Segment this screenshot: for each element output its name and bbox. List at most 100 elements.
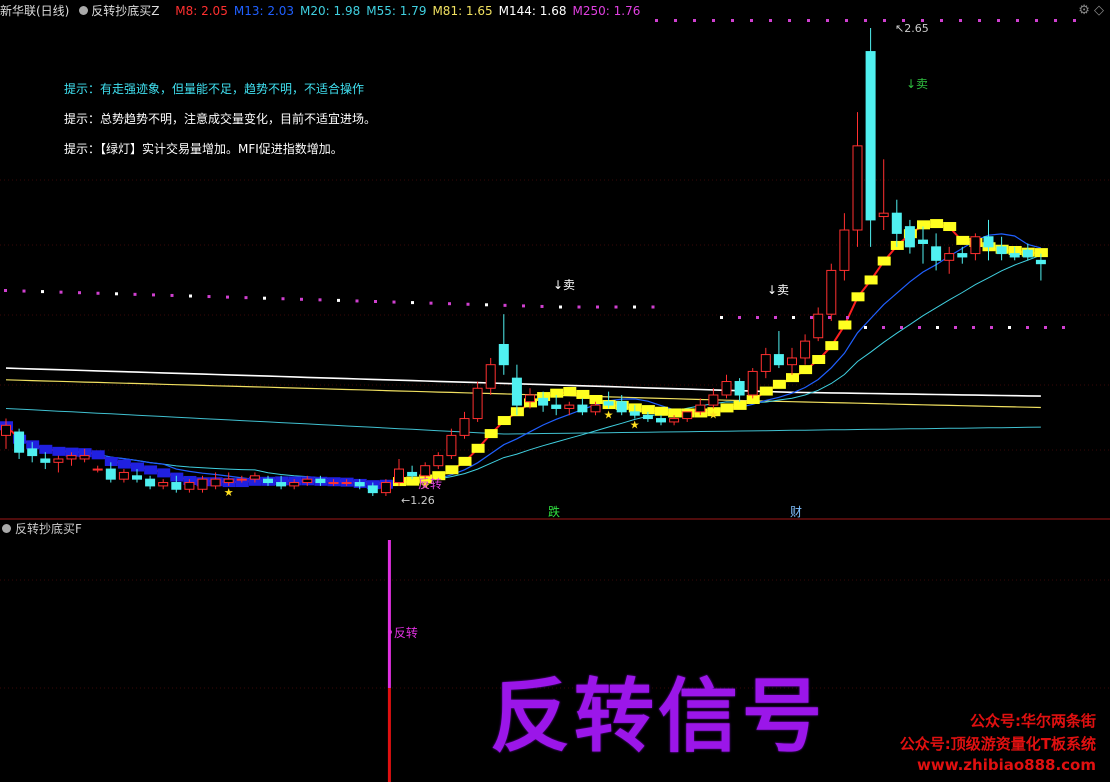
candle-body bbox=[249, 475, 260, 480]
trend-block bbox=[799, 365, 813, 375]
candle-body bbox=[800, 340, 811, 359]
candle-body bbox=[734, 381, 745, 396]
candle-body bbox=[747, 370, 758, 396]
candle-body bbox=[14, 431, 25, 453]
candle-body bbox=[682, 411, 693, 420]
dropdown-icon[interactable] bbox=[79, 6, 89, 15]
low-price-label: ←1.26 bbox=[401, 494, 435, 507]
resistance-dot bbox=[189, 294, 192, 298]
resistance-dot bbox=[828, 316, 831, 319]
tip-3: 提示：【绿灯】实计交易量增加。MFI促进指数增加。 bbox=[64, 142, 343, 156]
trend-block bbox=[157, 468, 171, 478]
trend-block bbox=[772, 379, 786, 389]
trend-block bbox=[484, 429, 498, 439]
candle-body bbox=[511, 377, 522, 406]
candle-body bbox=[983, 236, 994, 248]
candle-body bbox=[498, 343, 509, 366]
resistance-dot bbox=[936, 326, 939, 329]
ma144-line bbox=[5, 367, 1041, 397]
resistance-dot bbox=[614, 305, 618, 309]
candle-body bbox=[996, 246, 1007, 255]
signal-star-icon: ★ bbox=[630, 419, 640, 432]
resistance-dot bbox=[96, 291, 100, 295]
candle-body bbox=[564, 404, 575, 409]
window-controls[interactable]: ⚙ ◇ bbox=[1078, 3, 1104, 18]
trend-block bbox=[864, 275, 878, 285]
resistance-dot bbox=[429, 301, 433, 305]
resistance-dot bbox=[864, 326, 867, 329]
candle-body bbox=[79, 455, 90, 460]
candle-body bbox=[171, 482, 182, 490]
ma-label-5: M144: 1.68 bbox=[498, 4, 567, 18]
candle-body bbox=[263, 478, 273, 484]
resistance-dot bbox=[22, 289, 26, 293]
candle-body bbox=[145, 478, 156, 487]
settings-icon[interactable]: ⚙ bbox=[1078, 3, 1090, 18]
resistance-dot bbox=[846, 316, 849, 319]
resistance-dot bbox=[337, 298, 340, 302]
resistance-dot bbox=[59, 290, 63, 294]
ma20-line bbox=[5, 254, 1042, 484]
candle-body bbox=[957, 253, 968, 258]
annotation-label: 跌 bbox=[548, 504, 560, 519]
dropdown-icon[interactable] bbox=[2, 524, 11, 533]
diamond-icon[interactable]: ◇ bbox=[1094, 3, 1104, 18]
resistance-dot bbox=[78, 291, 81, 295]
candle-body bbox=[695, 404, 706, 413]
stock-name[interactable]: 新华联(日线) bbox=[0, 4, 69, 18]
candle-body bbox=[708, 394, 719, 406]
resistance-dot bbox=[374, 300, 377, 303]
candle-body bbox=[158, 482, 169, 487]
candle-body bbox=[118, 471, 129, 480]
annotation-label: ↓卖 bbox=[553, 278, 575, 292]
resistance-dot bbox=[882, 326, 885, 329]
watermark-title: 反转信号 bbox=[490, 670, 826, 763]
candle-body bbox=[826, 269, 837, 315]
candle-body bbox=[760, 354, 771, 372]
resistance-dot bbox=[41, 290, 44, 294]
candle-body bbox=[1009, 253, 1020, 258]
resistance-dot bbox=[633, 305, 636, 309]
candle-body bbox=[459, 418, 470, 436]
signal-label: 反转 bbox=[394, 625, 418, 640]
candle-body bbox=[1022, 249, 1033, 258]
resistance-dot bbox=[900, 326, 903, 329]
trend-block bbox=[52, 446, 66, 456]
trend-block bbox=[563, 386, 577, 396]
candle-body bbox=[66, 455, 77, 460]
trend-block bbox=[117, 459, 131, 469]
annotation-label: ↓卖 bbox=[767, 283, 789, 297]
annotation-label: 反转 bbox=[418, 476, 442, 491]
trend-block bbox=[812, 355, 826, 365]
resistance-dot bbox=[810, 316, 813, 319]
resistance-dot bbox=[522, 304, 525, 308]
trend-block bbox=[144, 465, 158, 475]
candle-body bbox=[865, 51, 876, 221]
candle-body bbox=[380, 482, 391, 494]
resistance-dot bbox=[485, 303, 488, 307]
resistance-dot bbox=[244, 296, 248, 300]
resistance-dot bbox=[738, 316, 741, 319]
trend-block bbox=[576, 389, 590, 399]
resistance-dot bbox=[1008, 326, 1011, 329]
candle-body bbox=[944, 253, 955, 261]
candle-body bbox=[891, 212, 902, 234]
trend-block bbox=[825, 341, 839, 351]
trend-block bbox=[877, 256, 891, 266]
resistance-dot bbox=[466, 302, 470, 306]
candle-body bbox=[472, 387, 483, 420]
annotation-label: ↓卖 bbox=[906, 77, 928, 91]
trend-block bbox=[445, 465, 459, 475]
trend-block bbox=[471, 443, 485, 453]
resistance-dot bbox=[170, 293, 174, 297]
signal-bar-base bbox=[387, 688, 391, 782]
trend-block bbox=[655, 406, 668, 416]
resistance-dot bbox=[318, 298, 322, 302]
ma-label-1: M13: 2.03 bbox=[233, 4, 295, 18]
trend-block bbox=[759, 386, 773, 396]
candle-body bbox=[446, 434, 457, 457]
trend-block bbox=[930, 219, 944, 229]
indicator-selector[interactable]: 反转抄底买Z bbox=[79, 4, 165, 18]
candle-body bbox=[302, 478, 313, 484]
high-price-label: ↖2.65 bbox=[895, 22, 929, 35]
